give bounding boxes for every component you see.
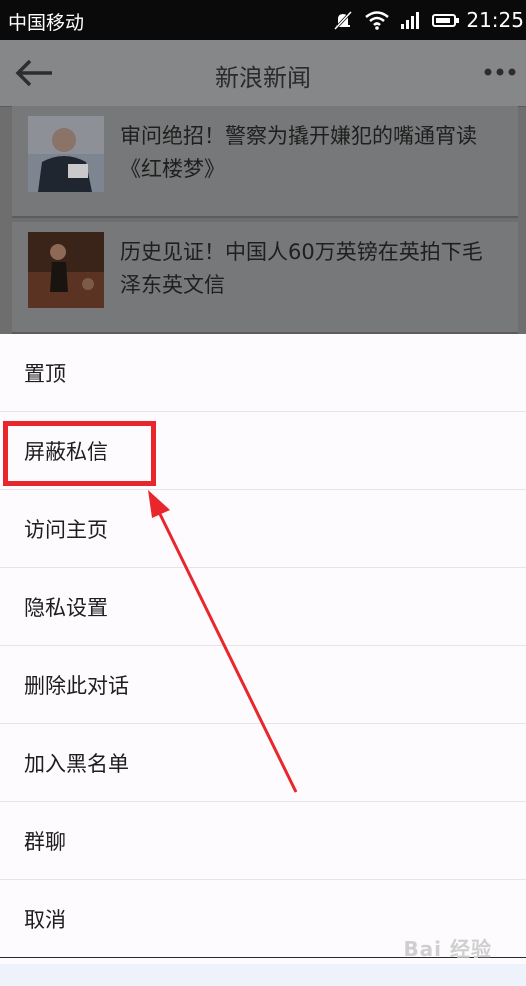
status-icons: 21:25 [332,0,526,40]
menu-item-pin[interactable]: 置顶 [0,334,526,412]
news-thumbnail [28,116,104,192]
page-title: 新浪新闻 [215,64,311,92]
menu-item-delete-conversation[interactable]: 删除此对话 [0,646,526,724]
battery-icon [432,13,460,27]
highlight-box [3,421,156,486]
clock: 21:25 [466,8,524,32]
news-headline: 审问绝招！警察为撬开嫌犯的嘴通宵读《红楼梦》 [120,124,477,181]
news-thumbnail [28,232,104,308]
watermark: Bai 经验 [403,937,492,961]
news-item[interactable]: 审问绝招！警察为撬开嫌犯的嘴通宵读《红楼梦》 [12,106,518,218]
news-headline: 历史见证！中国人60万英镑在英拍下毛泽东英文信 [120,240,483,297]
menu-item-group-chat[interactable]: 群聊 [0,802,526,880]
background-content: 新浪新闻 审问绝招！警察为撬开嫌犯的嘴通宵读《红楼梦》 历史见证！中国人60万英… [0,40,526,334]
nav-bar: 新浪新闻 [0,40,526,107]
menu-item-add-to-blacklist[interactable]: 加入黑名单 [0,724,526,802]
signal-icon [401,12,420,29]
more-dots-icon[interactable] [482,62,518,82]
menu-item-visit-homepage[interactable]: 访问主页 [0,490,526,568]
status-bar: 中国移动 21:25 [0,0,526,40]
carrier-name: 中国移动 [8,12,85,34]
news-item[interactable]: 历史见证！中国人60万英镑在英拍下毛泽东英文信 [12,222,518,334]
bell-muted-icon [334,10,353,31]
wifi-icon [365,11,390,30]
menu-item-privacy-settings[interactable]: 隐私设置 [0,568,526,646]
